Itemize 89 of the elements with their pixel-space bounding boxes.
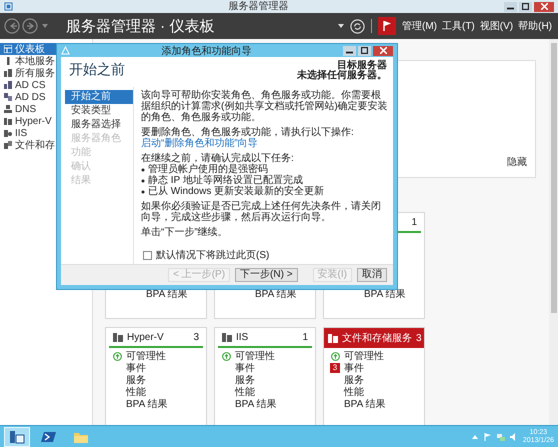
menu-item[interactable]: 工具(T) xyxy=(442,19,475,33)
scrollbar-thumb[interactable] xyxy=(550,43,556,313)
tile-item[interactable]: 性能 xyxy=(344,385,364,399)
close-icon xyxy=(380,47,386,54)
restore-icon xyxy=(522,3,529,10)
wizard-link[interactable]: 启动“删除角色和功能”向导 xyxy=(141,138,389,149)
tile-item[interactable]: 事件 xyxy=(235,361,255,375)
dialog-title: 添加角色和功能向导 xyxy=(160,44,252,58)
network-icon xyxy=(4,105,12,113)
count-badge: 3 xyxy=(330,363,340,373)
checkbox[interactable] xyxy=(143,251,152,260)
restore-icon xyxy=(361,47,368,54)
page-title: 服务器管理器 · 仪表板 xyxy=(66,16,216,36)
target-server-label: 目标服务器 xyxy=(337,61,387,71)
scrollbar[interactable] xyxy=(549,39,558,425)
tile-item[interactable]: 可管理性 xyxy=(344,349,384,363)
tile-item[interactable]: 服务 xyxy=(126,373,146,387)
checkbox-label: 默认情况下将跳过此页(S) xyxy=(156,250,270,261)
menu-item[interactable]: 帮助(H) xyxy=(518,19,552,33)
tile-count: 1 xyxy=(411,216,417,228)
paragraph: 要删除角色、角色服务或功能，请执行以下操作: xyxy=(141,127,355,138)
close-button[interactable] xyxy=(534,2,554,12)
paragraph: 单击“下一步”继续。 xyxy=(141,227,229,238)
refresh-icon xyxy=(350,18,365,34)
bullet-item: 静态 IP 地址等网络设置已配置完成 xyxy=(148,175,303,186)
caret-icon[interactable] xyxy=(338,24,344,28)
bullet-item: 已从 Windows 更新安装最新的安全更新 xyxy=(148,186,324,197)
arrow-up-circle-icon xyxy=(222,352,230,360)
forward-button[interactable] xyxy=(22,18,38,34)
tile-item[interactable]: BPA 结果 xyxy=(235,397,276,411)
tile-title: IIS xyxy=(236,332,250,342)
back-button[interactable] xyxy=(4,18,20,34)
flag-icon xyxy=(382,20,392,32)
paragraph: 该向导可帮助你安装角色、角色服务或功能。你需要根据组织的计算需求(例如共享文档或托管网站)确定要安装的角色、角色服务或功能。 xyxy=(141,90,389,123)
menu-item[interactable]: 视图(V) xyxy=(480,19,514,33)
sidebar-item[interactable]: AD CS xyxy=(0,79,92,91)
tile-title: Hyper-V xyxy=(127,332,165,342)
app-icon xyxy=(61,46,70,55)
bullet-icon xyxy=(141,190,145,194)
tile-item[interactable]: BPA 结果 xyxy=(126,397,168,411)
bullet-item: 管理员帐户使用的是强密码 xyxy=(148,164,268,175)
page-heading: 开始之前 xyxy=(69,61,125,79)
restore-button[interactable] xyxy=(358,46,371,56)
tile-title: 文件和存储服务 xyxy=(342,332,412,345)
tile-item[interactable]: 服务 xyxy=(344,373,364,387)
target-server-value: 未选择任何服务器。 xyxy=(297,71,387,81)
wizard-step[interactable]: 服务器选择 xyxy=(65,118,133,132)
notifications-button[interactable] xyxy=(378,17,396,35)
tile-item[interactable]: 可管理性 xyxy=(126,349,166,363)
wizard-step[interactable]: 安装类型 xyxy=(65,104,133,118)
tile-item[interactable]: 事件 xyxy=(126,361,146,375)
paragraph: 在继续之前，请确认完成以下任务: xyxy=(141,153,295,164)
servers-icon xyxy=(4,69,12,77)
window-title: 服务器管理器 xyxy=(228,0,290,12)
tile-card[interactable]: IIS 1 可管理性 事件 服务 性能 BPA 结果 xyxy=(214,327,316,425)
tile-item[interactable]: 性能 xyxy=(126,385,146,399)
menu-item[interactable]: 管理(M) xyxy=(402,19,437,33)
restore-button[interactable] xyxy=(519,2,532,12)
tile-item[interactable]: 服务 xyxy=(235,373,255,387)
minimize-button[interactable] xyxy=(504,2,517,12)
forward-icon xyxy=(22,18,38,34)
wizard-step[interactable]: 开始之前 xyxy=(65,90,133,104)
close-button[interactable] xyxy=(373,46,393,56)
bullet-icon xyxy=(141,168,145,172)
server-manager-icon xyxy=(9,430,25,444)
tile-item[interactable]: 性能 xyxy=(235,385,255,399)
bullet-icon xyxy=(141,179,145,183)
wizard-button[interactable]: 下一步(N) > xyxy=(235,268,298,282)
terminal-icon xyxy=(41,430,57,444)
tile-count: 3 xyxy=(193,332,199,342)
arrow-up-circle-icon xyxy=(330,352,340,360)
tile-item[interactable]: BPA 结果 xyxy=(344,397,386,411)
hide-link[interactable]: 隐藏 xyxy=(507,155,527,169)
tile-count: 1 xyxy=(302,332,308,342)
back-icon xyxy=(4,18,20,34)
minimize-button[interactable] xyxy=(343,46,356,56)
taskbar-app[interactable] xyxy=(4,426,30,446)
tile-card[interactable]: 文件和存储服务 3 可管理性 3 事件 服务 性能 BPA 结果 xyxy=(323,327,425,425)
tile-card[interactable]: Hyper-V 3 可管理性 事件 服务 性能 BPA 结果 xyxy=(105,327,207,425)
tile-item[interactable]: 事件 xyxy=(344,361,364,375)
grid-icon xyxy=(4,45,12,53)
tile-count: 3 xyxy=(416,332,422,344)
arrow-up-circle-icon xyxy=(112,352,122,360)
tile-item[interactable]: 可管理性 xyxy=(235,349,275,363)
paragraph: 如果你必须验证是否已完成上述任何先决条件，请关闭向导，完成这些步骤，然后再次运行向导。 xyxy=(141,201,382,223)
refresh-button[interactable] xyxy=(350,18,365,34)
wizard-button[interactable]: 取消 xyxy=(357,268,387,282)
app-icon xyxy=(4,2,13,11)
close-icon xyxy=(540,3,548,10)
